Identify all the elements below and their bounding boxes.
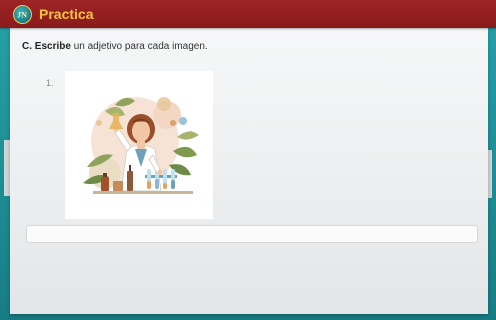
scientist-illustration	[83, 97, 199, 194]
instruction-label: C. Escribe	[22, 41, 71, 52]
item-number: 1.	[46, 78, 54, 88]
svg-text:JN: JN	[17, 10, 28, 20]
answer-input[interactable]	[26, 225, 478, 243]
exercise-image	[65, 71, 213, 219]
jn-logo-icon: JN	[13, 5, 32, 24]
exercise-card: C. Escribe un adjetivo para cada imagen.…	[10, 28, 488, 314]
instruction: C. Escribe un adjetivo para cada imagen.	[22, 40, 208, 54]
instruction-text: un adjetivo para cada imagen.	[70, 41, 208, 52]
window-title: Practica	[39, 6, 94, 22]
